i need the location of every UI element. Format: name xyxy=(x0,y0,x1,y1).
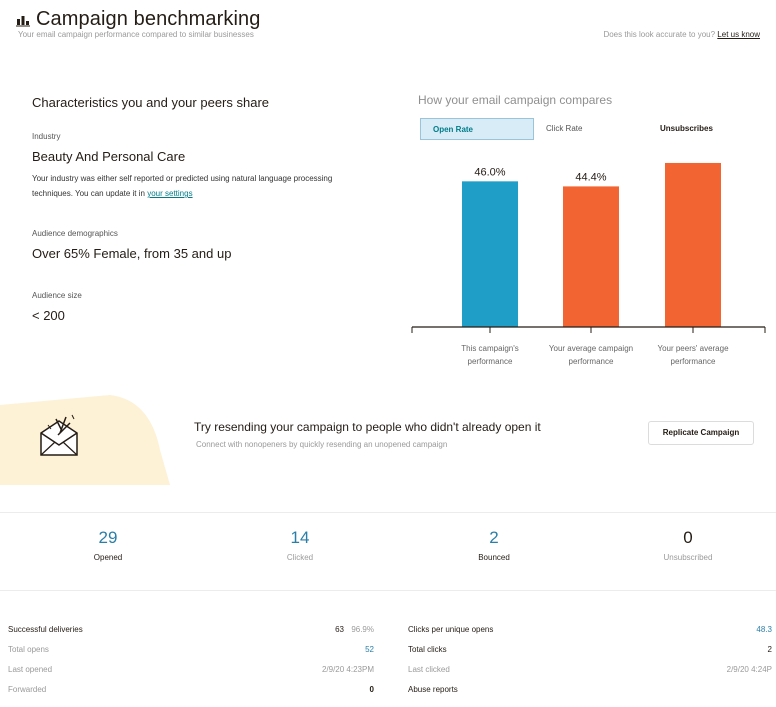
chart-category-label: performance xyxy=(671,357,716,366)
stat-label: Bounced xyxy=(478,553,510,562)
stat-value: 29 xyxy=(98,528,118,547)
metric-label: Clicks per unique opens xyxy=(408,625,494,634)
metric-percent: 96.9% xyxy=(351,625,374,634)
metric-tabs: Open Rate Click Rate Unsubscribes xyxy=(420,118,760,140)
metric-row: Last opened 2/9/20 4:23PM Last clicked 2… xyxy=(0,660,776,680)
resend-banner: Try resending your campaign to people wh… xyxy=(0,385,776,495)
chart-bar xyxy=(665,162,721,327)
stats-row: 29 Opened 14 Clicked 2 Bounced 0 Unsubsc… xyxy=(0,528,776,578)
feedback-link[interactable]: Let us know xyxy=(717,30,760,39)
stat-clicked[interactable]: 14 Clicked xyxy=(240,528,360,562)
metric-label: Last opened xyxy=(8,665,53,674)
banner-background-shape xyxy=(0,395,170,485)
page-subtitle: Your email campaign performance compared… xyxy=(18,30,254,39)
characteristics-section: Characteristics you and your peers share… xyxy=(32,95,372,323)
chart-category-label: performance xyxy=(468,357,513,366)
metric-row: Successful deliveries 63 96.9% Clicks pe… xyxy=(0,620,776,640)
chart-bar xyxy=(462,181,518,327)
industry-value: Beauty And Personal Care xyxy=(32,149,186,164)
tab-click-rate[interactable]: Click Rate xyxy=(546,118,582,140)
accuracy-feedback: Does this look accurate to you? Let us k… xyxy=(603,30,760,39)
industry-note: Your industry was either self reported o… xyxy=(32,171,352,201)
tab-unsubscribes[interactable]: Unsubscribes xyxy=(660,118,713,140)
metric-value: 2/9/20 4:23PM xyxy=(321,665,374,674)
divider xyxy=(0,590,776,591)
stat-unsubscribed[interactable]: 0 Unsubscribed xyxy=(628,528,748,562)
audience-size-label: Audience size xyxy=(32,291,82,300)
page-title: Campaign benchmarking xyxy=(36,8,261,30)
stat-label: Unsubscribed xyxy=(663,553,713,562)
audience-size-value: < 200 xyxy=(32,308,65,323)
stat-label: Opened xyxy=(93,553,123,562)
demographics-value: Over 65% Female, from 35 and up xyxy=(32,246,232,261)
chart-category-label: Your average campaign xyxy=(549,344,633,353)
chart-bar xyxy=(563,186,619,327)
metric-row: Total opens 52 Total clicks 2 xyxy=(0,640,776,660)
metric-label: Total clicks xyxy=(408,645,447,654)
chart-category-label: This campaign's xyxy=(461,344,519,353)
chart-value-label: 46.0% xyxy=(474,166,505,178)
demographics-label: Audience demographics xyxy=(32,229,118,238)
divider xyxy=(0,512,776,513)
metric-label: Successful deliveries xyxy=(8,625,83,634)
characteristics-title: Characteristics you and your peers share xyxy=(32,95,270,110)
metric-value: 63 xyxy=(335,625,344,634)
industry-label: Industry xyxy=(32,132,61,141)
metric-value: 2 xyxy=(767,645,772,654)
page-header: Campaign benchmarking xyxy=(16,8,766,31)
bar-chart-icon xyxy=(16,15,30,26)
stat-value: 0 xyxy=(683,528,693,547)
stat-label: Clicked xyxy=(286,553,314,562)
stat-value: 14 xyxy=(290,528,310,547)
metric-label: Total opens xyxy=(8,645,49,654)
metric-label: Abuse reports xyxy=(408,685,458,694)
comparison-bar-chart: 46.0% This campaign's performance 44.4% Your… xyxy=(411,162,766,366)
resend-subtitle: Connect with nonopeners by quickly resen… xyxy=(196,440,448,449)
metric-value: 48.3 xyxy=(756,625,772,634)
tab-open-rate[interactable]: Open Rate xyxy=(420,118,534,140)
metric-value: 52 xyxy=(365,645,374,654)
chart-category-label: performance xyxy=(569,357,614,366)
resend-title: Try resending your campaign to people wh… xyxy=(194,420,541,434)
envelope-icon xyxy=(40,414,78,456)
chart-value-label: 44.4% xyxy=(575,171,606,183)
metric-row: Forwarded 0 Abuse reports xyxy=(0,680,776,700)
comparison-title: How your email campaign compares xyxy=(418,93,613,107)
metric-value: 0 xyxy=(369,685,374,694)
metric-label: Last clicked xyxy=(408,665,450,674)
metric-label: Forwarded xyxy=(8,685,47,694)
stat-value: 2 xyxy=(489,528,499,547)
accuracy-question: Does this look accurate to you? xyxy=(603,30,716,39)
stat-opened[interactable]: 29 Opened xyxy=(48,528,168,562)
replicate-campaign-button[interactable]: Replicate Campaign xyxy=(648,421,754,445)
comparison-section: How your email campaign compares Open Ra… xyxy=(418,93,768,140)
stat-bounced[interactable]: 2 Bounced xyxy=(434,528,554,562)
chart-category-label: Your peers' average xyxy=(657,344,729,353)
metric-value: 2/9/20 4:24P xyxy=(726,665,772,674)
settings-link[interactable]: your settings xyxy=(147,189,192,198)
